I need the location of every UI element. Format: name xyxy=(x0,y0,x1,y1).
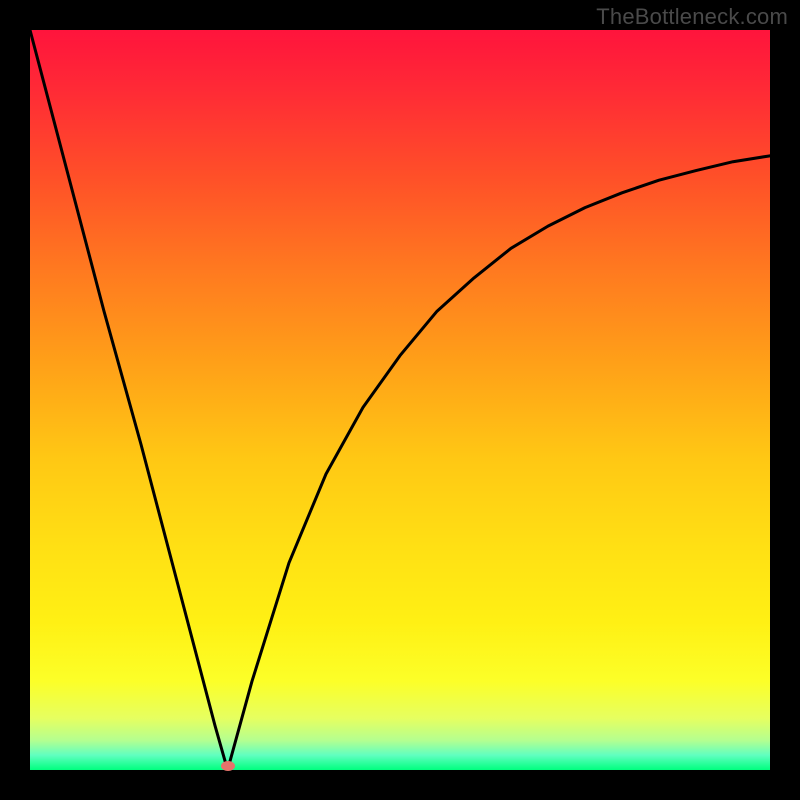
watermark-text: TheBottleneck.com xyxy=(596,4,788,30)
chart-frame: TheBottleneck.com xyxy=(0,0,800,800)
bottleneck-curve xyxy=(30,30,770,770)
curve-path xyxy=(30,30,770,770)
minimum-marker xyxy=(221,761,235,771)
plot-area xyxy=(30,30,770,770)
